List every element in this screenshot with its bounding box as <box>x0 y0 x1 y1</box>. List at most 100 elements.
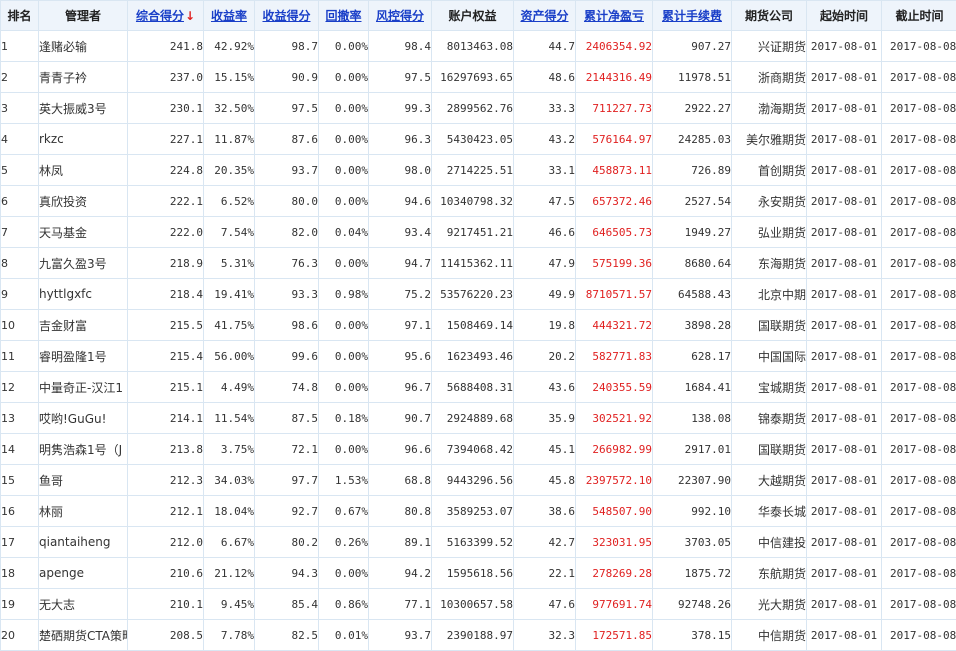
cell-end: 2017-08-08 <box>882 465 956 496</box>
column-header-label[interactable]: 收益率 <box>211 9 247 23</box>
cell-fees: 1875.72 <box>653 558 732 589</box>
cell-return-score: 99.6 <box>255 341 319 372</box>
cell-equity: 16297693.65 <box>432 62 514 93</box>
cell-score: 212.0 <box>128 527 204 558</box>
column-header-risk-score[interactable]: 风控得分 <box>369 1 432 31</box>
cell-net-pnl: 548507.90 <box>576 496 653 527</box>
column-header-score[interactable]: 综合得分↓ <box>128 1 204 31</box>
cell-end: 2017-08-08 <box>882 124 956 155</box>
cell-manager: 林凤 <box>39 155 128 186</box>
column-header-label[interactable]: 累计手续费 <box>662 9 722 23</box>
cell-rank: 6 <box>1 186 39 217</box>
cell-asset-score: 47.6 <box>514 589 576 620</box>
cell-return-rate: 9.45% <box>204 589 255 620</box>
cell-rank: 17 <box>1 527 39 558</box>
cell-risk-score: 75.2 <box>369 279 432 310</box>
cell-end: 2017-08-08 <box>882 403 956 434</box>
cell-return-rate: 15.15% <box>204 62 255 93</box>
cell-risk-score: 97.1 <box>369 310 432 341</box>
column-header-label[interactable]: 累计净盈亏 <box>584 9 644 23</box>
table-row: 16林丽212.118.04%92.70.67%80.83589253.0738… <box>1 496 956 527</box>
cell-risk-score: 94.2 <box>369 558 432 589</box>
cell-return-rate: 7.54% <box>204 217 255 248</box>
cell-score: 227.1 <box>128 124 204 155</box>
column-header-asset-score[interactable]: 资产得分 <box>514 1 576 31</box>
ranking-table: 排名管理者综合得分↓收益率收益得分回撤率风控得分账户权益资产得分累计净盈亏累计手… <box>0 0 956 651</box>
table-body: 1逢赌必输241.842.92%98.70.00%98.48013463.084… <box>1 31 956 651</box>
table-row: 18apenge210.621.12%94.30.00%94.21595618.… <box>1 558 956 589</box>
cell-end: 2017-08-08 <box>882 93 956 124</box>
cell-company: 中国国际 <box>732 341 807 372</box>
cell-rank: 12 <box>1 372 39 403</box>
cell-net-pnl: 323031.95 <box>576 527 653 558</box>
column-header-return-score[interactable]: 收益得分 <box>255 1 319 31</box>
cell-drawdown: 0.00% <box>319 310 369 341</box>
column-header-net-pnl[interactable]: 累计净盈亏 <box>576 1 653 31</box>
cell-net-pnl: 302521.92 <box>576 403 653 434</box>
cell-return-score: 85.4 <box>255 589 319 620</box>
cell-equity: 5163399.52 <box>432 527 514 558</box>
column-header-label[interactable]: 回撤率 <box>325 9 361 23</box>
cell-asset-score: 49.9 <box>514 279 576 310</box>
column-header-label[interactable]: 资产得分 <box>520 9 568 23</box>
cell-equity: 8013463.08 <box>432 31 514 62</box>
cell-rank: 16 <box>1 496 39 527</box>
cell-manager: 无大志 <box>39 589 128 620</box>
cell-start: 2017-08-01 <box>807 465 882 496</box>
cell-start: 2017-08-01 <box>807 248 882 279</box>
cell-return-rate: 20.35% <box>204 155 255 186</box>
cell-score: 215.1 <box>128 372 204 403</box>
cell-return-rate: 11.87% <box>204 124 255 155</box>
cell-start: 2017-08-01 <box>807 93 882 124</box>
column-header-label[interactable]: 收益得分 <box>262 9 310 23</box>
column-header-label[interactable]: 风控得分 <box>376 9 424 23</box>
cell-risk-score: 89.1 <box>369 527 432 558</box>
cell-score: 213.8 <box>128 434 204 465</box>
cell-rank: 15 <box>1 465 39 496</box>
cell-risk-score: 96.3 <box>369 124 432 155</box>
cell-drawdown: 0.04% <box>319 217 369 248</box>
cell-end: 2017-08-08 <box>882 527 956 558</box>
cell-score: 212.3 <box>128 465 204 496</box>
cell-rank: 4 <box>1 124 39 155</box>
cell-manager: 鱼哥 <box>39 465 128 496</box>
cell-manager: 九富久盈3号 <box>39 248 128 279</box>
cell-score: 210.1 <box>128 589 204 620</box>
cell-fees: 138.08 <box>653 403 732 434</box>
cell-equity: 1623493.46 <box>432 341 514 372</box>
cell-company: 宝城期货 <box>732 372 807 403</box>
cell-end: 2017-08-08 <box>882 186 956 217</box>
cell-net-pnl: 575199.36 <box>576 248 653 279</box>
cell-drawdown: 0.18% <box>319 403 369 434</box>
column-header-label[interactable]: 综合得分 <box>136 9 184 23</box>
cell-return-rate: 32.50% <box>204 93 255 124</box>
cell-asset-score: 33.3 <box>514 93 576 124</box>
cell-score: 237.0 <box>128 62 204 93</box>
cell-company: 光大期货 <box>732 589 807 620</box>
table-row: 11睿明盈隆1号215.456.00%99.60.00%95.61623493.… <box>1 341 956 372</box>
cell-rank: 14 <box>1 434 39 465</box>
cell-asset-score: 33.1 <box>514 155 576 186</box>
cell-return-score: 93.7 <box>255 155 319 186</box>
cell-company: 东海期货 <box>732 248 807 279</box>
cell-return-rate: 5.31% <box>204 248 255 279</box>
cell-risk-score: 96.7 <box>369 372 432 403</box>
column-header-end: 截止时间 <box>882 1 956 31</box>
cell-equity: 2390188.97 <box>432 620 514 651</box>
cell-fees: 378.15 <box>653 620 732 651</box>
cell-asset-score: 46.6 <box>514 217 576 248</box>
cell-end: 2017-08-08 <box>882 155 956 186</box>
cell-return-score: 80.2 <box>255 527 319 558</box>
cell-manager: hyttlgxfc <box>39 279 128 310</box>
cell-drawdown: 0.67% <box>319 496 369 527</box>
cell-net-pnl: 458873.11 <box>576 155 653 186</box>
sort-descending-icon[interactable]: ↓ <box>185 9 195 23</box>
column-header-drawdown[interactable]: 回撤率 <box>319 1 369 31</box>
cell-return-rate: 19.41% <box>204 279 255 310</box>
cell-score: 218.9 <box>128 248 204 279</box>
cell-rank: 11 <box>1 341 39 372</box>
table-row: 5林凤224.820.35%93.70.00%98.02714225.5133.… <box>1 155 956 186</box>
column-header-fees[interactable]: 累计手续费 <box>653 1 732 31</box>
cell-risk-score: 98.0 <box>369 155 432 186</box>
column-header-return-rate[interactable]: 收益率 <box>204 1 255 31</box>
